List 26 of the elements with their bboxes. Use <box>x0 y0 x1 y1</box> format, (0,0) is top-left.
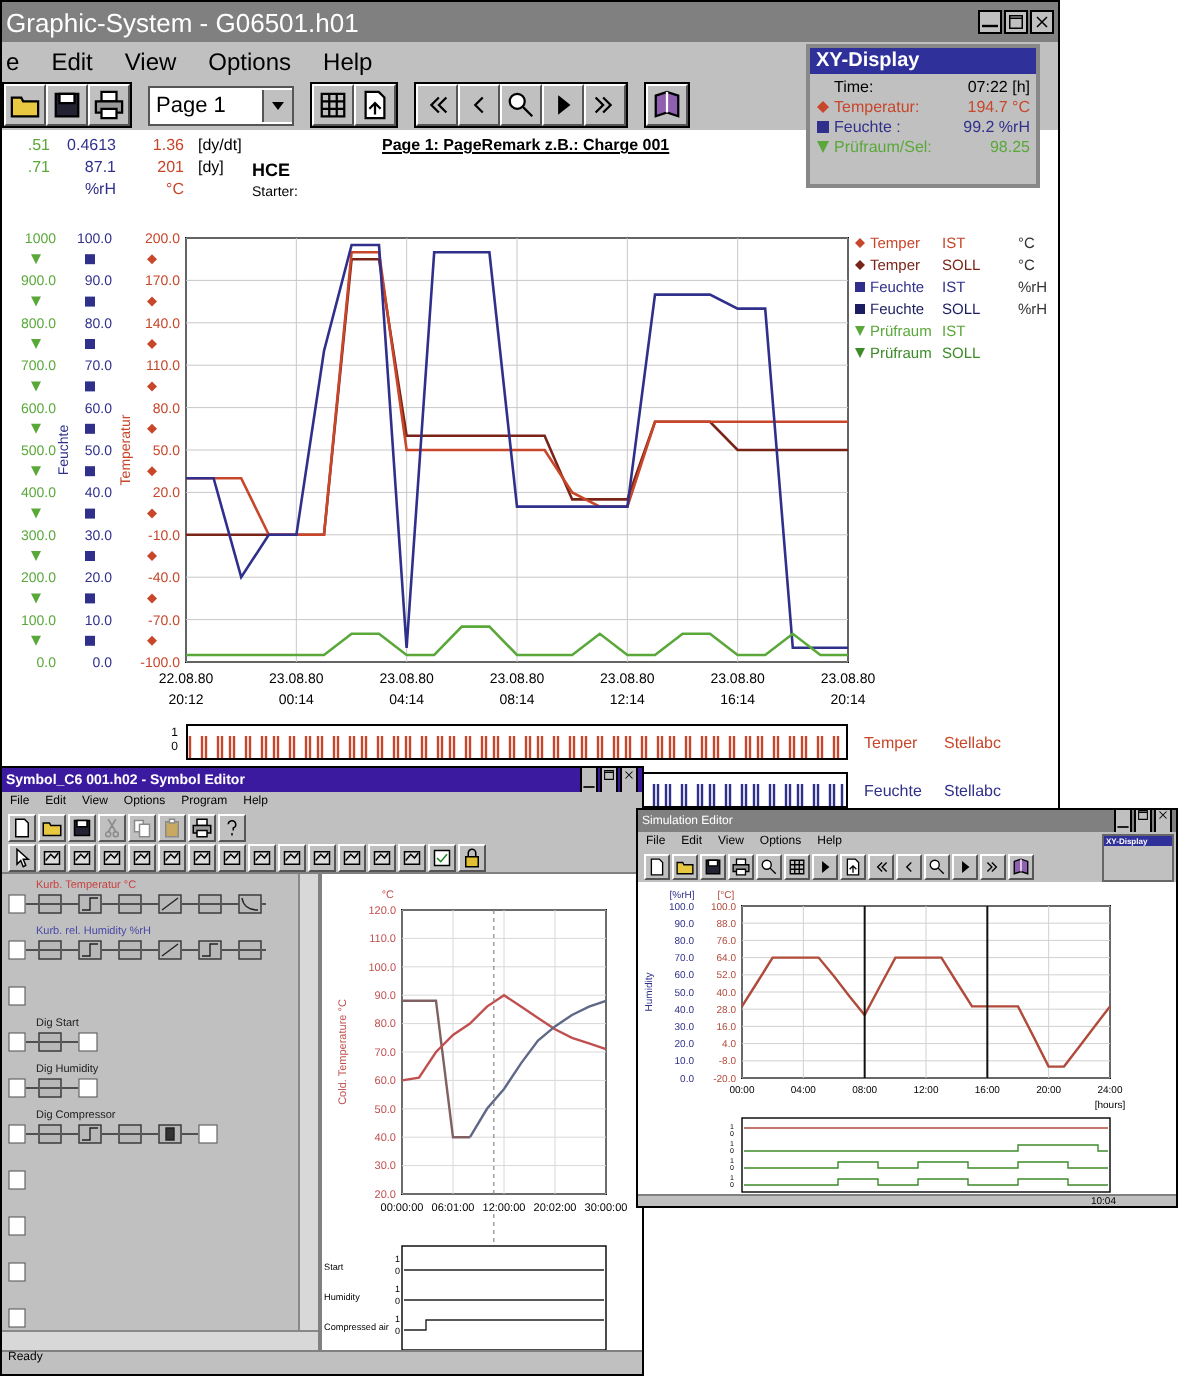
panel-title: XY-Display <box>810 48 1036 74</box>
readout-value: [dy] <box>196 158 226 176</box>
readout-value: [dy/dt] <box>196 136 244 154</box>
readout-label: Feuchte : <box>834 118 903 136</box>
strip-label: Stellabc <box>944 733 1001 751</box>
strip-label: Stellabc <box>944 781 1001 799</box>
strip-label: Feuchte <box>862 781 924 799</box>
page-remark: Page 1: PageRemark z.B.: Charge 001 <box>380 136 670 154</box>
readout-value: .71 <box>25 158 50 176</box>
readout-value: 98.25 <box>989 138 1030 156</box>
readout-value: 201 <box>155 158 184 176</box>
readout-label: Prüfraum/Sel: <box>834 138 934 156</box>
readout-value: 1.36 <box>150 136 184 154</box>
readout-label: Time: <box>834 78 876 96</box>
readout-value: .51 <box>25 136 50 154</box>
readout-value: 194.7 °C <box>967 98 1030 116</box>
readout-value: 07:22 [h] <box>967 78 1030 96</box>
strip-label: Temper <box>862 733 920 751</box>
unit-label: %rH <box>82 180 116 198</box>
readout-value: 0.4613 <box>65 136 116 154</box>
unit-label: °C <box>164 180 184 198</box>
readout-value: 87.1 <box>82 158 116 176</box>
window-title: Graphic-System - G06501.h01 <box>6 7 359 37</box>
readout-value: 99.2 %rH <box>963 118 1030 136</box>
program-name: HCE <box>252 160 293 180</box>
readout-label: Temperatur: <box>834 98 922 116</box>
